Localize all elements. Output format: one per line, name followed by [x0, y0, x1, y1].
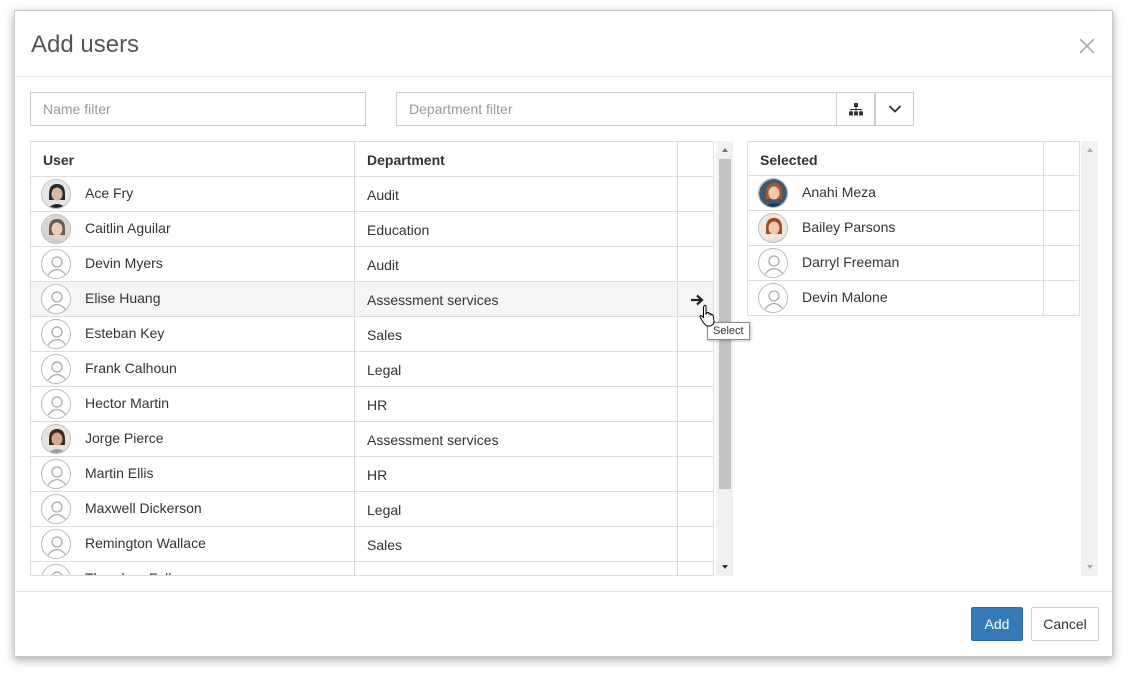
user-department: Legal [367, 501, 402, 518]
selected-table: Selected Anahi Meza Bailey Parsons Darryl … [747, 141, 1080, 576]
selected-user-name: Bailey Parsons [802, 218, 896, 235]
avatar [41, 529, 71, 559]
avatar [758, 213, 788, 243]
avatar [41, 494, 71, 524]
user-table-scrollbar[interactable] [716, 141, 733, 576]
name-filter[interactable] [30, 92, 366, 126]
name-filter-input[interactable] [31, 93, 365, 125]
dialog-title: Add users [31, 31, 140, 58]
user-department: Legal [367, 361, 402, 378]
user-table-header: User Department [31, 142, 713, 177]
column-header-user[interactable]: User [43, 142, 343, 177]
add-button[interactable]: Add [971, 607, 1023, 641]
user-row[interactable]: Elise Huang Assessment services [31, 282, 713, 317]
chevron-down-icon [888, 105, 901, 113]
close-icon[interactable] [1078, 37, 1096, 55]
avatar [41, 389, 71, 419]
selected-row[interactable]: Darryl Freeman [747, 246, 1080, 281]
user-row[interactable]: Esteban Key Sales [31, 317, 713, 352]
user-row[interactable]: Jorge Pierce Assessment services [31, 422, 713, 457]
user-row[interactable]: Caitlin Aguilar Education [31, 212, 713, 247]
user-department: Sales [367, 326, 403, 343]
user-name: Ace Fry [85, 184, 134, 201]
scroll-down-icon[interactable] [720, 562, 730, 572]
user-name: Martin Ellis [85, 464, 154, 481]
add-users-dialog: Add users User Department [14, 10, 1113, 657]
selected-user-name: Devin Malone [802, 288, 888, 305]
selected-user-name: Anahi Meza [802, 183, 876, 200]
avatar [41, 424, 71, 454]
scroll-up-icon[interactable] [720, 145, 730, 155]
user-row[interactable]: Ace Fry Audit [31, 177, 713, 212]
user-department: Administration [367, 562, 667, 576]
org-tree-button[interactable] [836, 92, 875, 126]
user-row[interactable]: Hector Martin HR [31, 387, 713, 422]
column-header-selected[interactable]: Selected [760, 142, 1020, 177]
avatar [41, 179, 71, 209]
user-row[interactable]: Maxwell Dickerson Legal [31, 492, 713, 527]
selected-table-header: Selected [747, 141, 1080, 176]
user-name: Theodore Fuller [85, 560, 345, 576]
column-divider [1043, 176, 1044, 210]
user-department: Education [367, 221, 430, 238]
selected-user-name: Darryl Freeman [802, 253, 900, 270]
user-row[interactable]: Remington Wallace Sales [31, 527, 713, 562]
scroll-up-icon[interactable] [1085, 145, 1095, 155]
column-divider [1043, 281, 1044, 315]
selected-row[interactable]: Bailey Parsons [747, 211, 1080, 246]
avatar [41, 459, 71, 489]
department-filter-input[interactable] [397, 93, 836, 125]
column-divider [1043, 211, 1044, 245]
user-department: Assessment services [367, 291, 499, 308]
column-divider [354, 142, 355, 575]
user-department: Sales [367, 536, 403, 553]
user-row[interactable]: Devin Myers Audit [31, 247, 713, 282]
user-department: HR [367, 466, 388, 483]
avatar [758, 178, 788, 208]
cancel-button[interactable]: Cancel [1031, 607, 1099, 641]
avatar [41, 319, 71, 349]
avatar [41, 249, 71, 279]
column-header-department[interactable]: Department [367, 142, 667, 177]
avatar [758, 283, 788, 313]
user-name: Elise Huang [85, 289, 161, 306]
user-name: Jorge Pierce [85, 429, 164, 446]
user-row[interactable]: Martin Ellis HR [31, 457, 713, 492]
column-divider [1043, 246, 1044, 280]
user-department: Audit [367, 186, 399, 203]
avatar [758, 248, 788, 278]
dialog-header: Add users [15, 11, 1112, 77]
user-table: User Department Ace Fry Audit Caitlin Agui… [30, 141, 714, 576]
avatar [41, 354, 71, 384]
user-department: Audit [367, 256, 399, 273]
user-name: Remington Wallace [85, 534, 206, 551]
user-row[interactable]: Theodore Fuller Administration [31, 560, 713, 576]
avatar [41, 214, 71, 244]
user-name: Hector Martin [85, 394, 170, 411]
selected-row[interactable]: Anahi Meza [747, 176, 1080, 211]
user-name: Maxwell Dickerson [85, 499, 202, 516]
user-department: Assessment services [367, 431, 499, 448]
user-row[interactable]: Frank Calhoun Legal [31, 352, 713, 387]
user-name: Devin Myers [85, 254, 163, 271]
org-tree-icon [848, 102, 863, 115]
selected-row[interactable]: Devin Malone [747, 281, 1080, 316]
selected-table-scrollbar[interactable] [1081, 141, 1098, 576]
avatar [41, 284, 71, 314]
scroll-down-icon[interactable] [1085, 562, 1095, 572]
dialog-footer [15, 591, 1112, 657]
user-name: Esteban Key [85, 324, 165, 341]
department-filter[interactable] [396, 92, 837, 126]
hand-cursor-icon [699, 304, 715, 327]
column-divider [1043, 142, 1044, 175]
user-department: HR [367, 396, 388, 413]
department-dropdown-button[interactable] [875, 92, 914, 126]
user-name: Frank Calhoun [85, 359, 177, 376]
column-divider [677, 142, 678, 575]
user-name: Caitlin Aguilar [85, 219, 171, 236]
avatar [41, 564, 71, 575]
